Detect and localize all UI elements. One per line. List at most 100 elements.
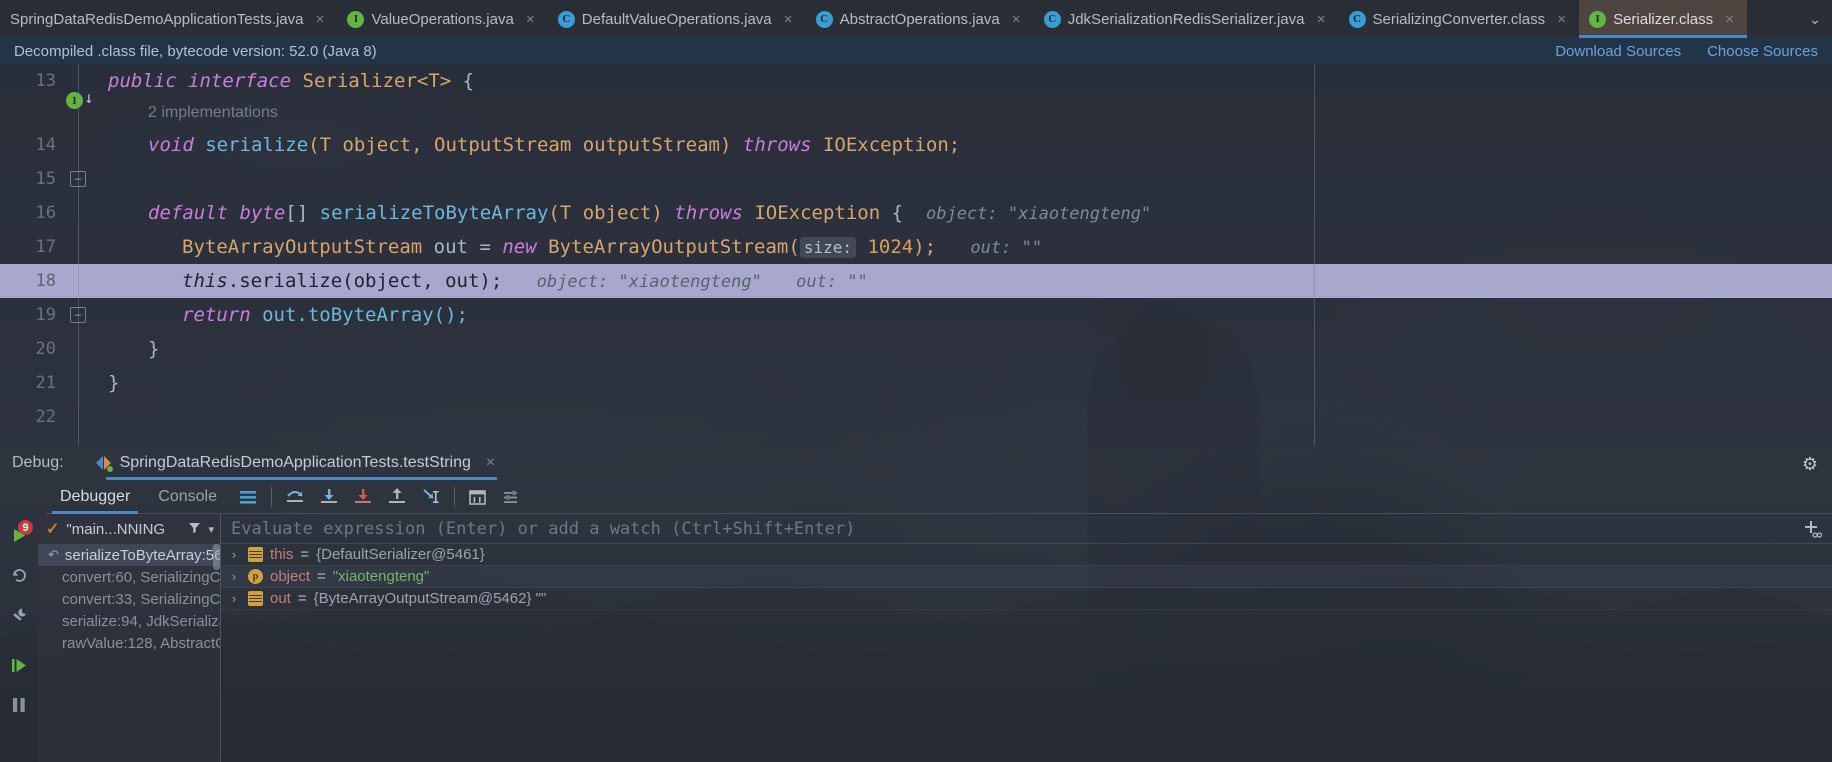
editor-tab-jdk-serialization-redis-serializer[interactable]: C JdkSerializationRedisSerializer.java × <box>1034 0 1339 38</box>
keyword-default: default <box>148 202 229 224</box>
code-text: return out.toByteArray(); <box>98 304 468 326</box>
step-into-icon[interactable] <box>312 480 346 514</box>
array-brackets: [] <box>285 202 309 224</box>
variable-row-out[interactable]: › out = {ByteArrayOutputStream@5462} "" <box>221 588 1832 610</box>
variable-row-this[interactable]: › this = {DefaultSerializer@5461} <box>221 544 1832 566</box>
pause-icon[interactable] <box>6 692 32 718</box>
tab-debugger[interactable]: Debugger <box>46 480 144 514</box>
code-line-20[interactable]: 20 − } <box>0 307 1832 366</box>
debug-value-inlay-hint-object[interactable]: object: "xiaotengteng" <box>537 272 762 292</box>
code-line-22[interactable]: 22 <box>0 400 1832 434</box>
code-line-16[interactable]: 16 − default byte[] serializeToByteArray… <box>0 171 1832 230</box>
code-line-13[interactable]: 13 I ↓ public interface Serializer<T> { <box>0 64 1832 98</box>
debugger-toolbar: Debugger Console <box>38 480 1832 514</box>
expand-chevron-icon[interactable]: › <box>227 569 241 584</box>
close-icon[interactable]: × <box>313 12 326 27</box>
settings-icon[interactable] <box>495 480 529 514</box>
expand-chevron-icon[interactable]: › <box>227 547 241 562</box>
constructor-call: ByteArrayOutputStream( <box>548 236 800 258</box>
frame-row-serialize-94[interactable]: serialize:94, JdkSerializati… <box>38 610 220 632</box>
implementation-marker-icon[interactable]: I <box>66 92 83 109</box>
code-editor[interactable]: 13 I ↓ public interface Serializer<T> { … <box>0 64 1832 446</box>
evaluate-expression-icon[interactable] <box>461 480 495 514</box>
close-icon[interactable]: × <box>486 454 495 472</box>
line-number: 15 <box>35 169 56 189</box>
frame-label: convert:33, SerializingCo… <box>62 590 220 608</box>
force-step-into-icon[interactable] <box>346 480 380 514</box>
editor-tab-label: SerializingConverter.class <box>1372 10 1546 28</box>
filter-icon[interactable] <box>188 521 201 537</box>
code-line-14[interactable]: 14 I ↓ void serialize(T object, OutputSt… <box>0 90 1832 162</box>
frames-scrollbar[interactable] <box>213 544 220 570</box>
frame-row-convert-33[interactable]: convert:33, SerializingCo… <box>38 588 220 610</box>
frame-row-serialize-to-byte-array[interactable]: ↶ serializeToByteArray:56, S <box>38 544 220 566</box>
equals-sign: = <box>317 568 326 585</box>
editor-tab-serializer[interactable]: I Serializer.class × <box>1579 0 1748 38</box>
add-watch-icon[interactable] <box>1802 519 1823 543</box>
chevron-down-icon[interactable]: ▾ <box>208 523 220 536</box>
rerun-icon[interactable]: 9 <box>6 520 33 548</box>
settings-wrench-icon[interactable] <box>6 602 32 628</box>
operator: = <box>479 236 491 258</box>
close-icon[interactable]: × <box>782 12 795 27</box>
editor-tab-spring-data-redis-demo-application-tests[interactable]: SpringDataRedisDemoApplicationTests.java… <box>0 0 337 38</box>
editor-tab-abstract-operations[interactable]: C AbstractOperations.java × <box>806 0 1034 38</box>
number-literal: 1024 <box>867 236 914 258</box>
resume-icon[interactable] <box>6 652 32 678</box>
editor-tab-label: JdkSerializationRedisSerializer.java <box>1067 10 1305 28</box>
debug-label: Debug: <box>12 454 64 471</box>
code-line-19[interactable]: 19 return out.toByteArray(); <box>0 298 1832 332</box>
editor-tab-label: Serializer.class <box>1613 10 1714 28</box>
method-serialize-to-byte-array: serializeToByteArray <box>319 202 549 224</box>
debug-value-inlay-hint[interactable]: out: "" <box>970 238 1042 258</box>
editor-tab-value-operations[interactable]: I ValueOperations.java × <box>337 0 547 38</box>
thread-selector[interactable]: ✓ "main...NNING ▾ <box>38 514 220 544</box>
chevron-down-icon[interactable]: ⌄ <box>1798 0 1832 38</box>
mute-breakpoints-icon[interactable] <box>231 480 265 514</box>
implementations-inlay-hint[interactable]: 2 implementations <box>98 104 278 122</box>
editor-tab-serializing-converter[interactable]: C SerializingConverter.class × <box>1339 0 1580 38</box>
close-icon[interactable]: × <box>524 12 537 27</box>
variable-row-object[interactable]: › p object = "xiaotengteng" <box>221 566 1832 588</box>
restart-icon[interactable] <box>6 562 32 588</box>
close-icon[interactable]: × <box>1315 12 1328 27</box>
gear-icon[interactable]: ⚙ <box>1802 455 1818 473</box>
parameter-name-hint[interactable]: size: <box>799 237 856 258</box>
step-over-icon[interactable] <box>278 480 312 514</box>
choose-sources-link[interactable]: Choose Sources <box>1707 43 1818 60</box>
code-line-implementations-hint[interactable]: 2 implementations <box>0 98 1832 128</box>
debug-tool-window: Debug: SpringDataRedisDemoApplicationTes… <box>0 446 1832 762</box>
step-out-icon[interactable] <box>380 480 414 514</box>
code-line-17[interactable]: 17 ByteArrayOutputStream out = new ByteA… <box>0 230 1832 264</box>
expression-to-byte-array: out.toByteArray(); <box>262 304 468 326</box>
evaluate-expression-input[interactable]: Evaluate expression (Enter) or add a wat… <box>221 514 1832 544</box>
gutter-divider-line <box>78 64 79 446</box>
code-line-18-current-execution[interactable]: 18 this.serialize(object, out); object: … <box>0 264 1832 298</box>
editor-tab-default-value-operations[interactable]: C DefaultValueOperations.java × <box>548 0 806 38</box>
frames-panel[interactable]: ✓ "main...NNING ▾ ↶ serializeToByteArray… <box>38 514 220 762</box>
keyword-return: return <box>182 304 251 326</box>
close-icon[interactable]: × <box>1555 12 1568 27</box>
run-to-cursor-icon[interactable] <box>414 480 448 514</box>
variable-name: out <box>270 590 291 607</box>
debug-value-inlay-hint-out[interactable]: out: "" <box>796 272 868 292</box>
tab-console[interactable]: Console <box>144 480 231 514</box>
variables-panel[interactable]: Evaluate expression (Enter) or add a wat… <box>221 514 1832 762</box>
keyword-throws: throws <box>674 202 743 224</box>
code-text: } <box>108 372 120 394</box>
interface-icon: I <box>347 10 365 28</box>
toolbar-separator <box>453 487 455 507</box>
class-icon: C <box>815 10 833 28</box>
download-sources-link[interactable]: Download Sources <box>1555 43 1681 60</box>
close-icon[interactable]: × <box>1010 12 1023 27</box>
variable-name: object <box>270 568 311 585</box>
close-icon[interactable]: × <box>1723 12 1736 27</box>
debug-value-inlay-hint[interactable]: object: "xiaotengteng" <box>926 204 1151 224</box>
debug-session-tab[interactable]: SpringDataRedisDemoApplicationTests.test… <box>90 446 502 480</box>
code-line-21[interactable]: 21 } <box>0 366 1832 400</box>
frame-row-raw-value-128[interactable]: rawValue:128, AbstractOp… <box>38 632 220 654</box>
frame-label: rawValue:128, AbstractOp… <box>62 634 220 652</box>
frame-row-convert-60[interactable]: convert:60, SerializingCo… <box>38 566 220 588</box>
expand-chevron-icon[interactable]: › <box>227 591 241 606</box>
code-line-15[interactable]: 15 <box>0 162 1832 196</box>
